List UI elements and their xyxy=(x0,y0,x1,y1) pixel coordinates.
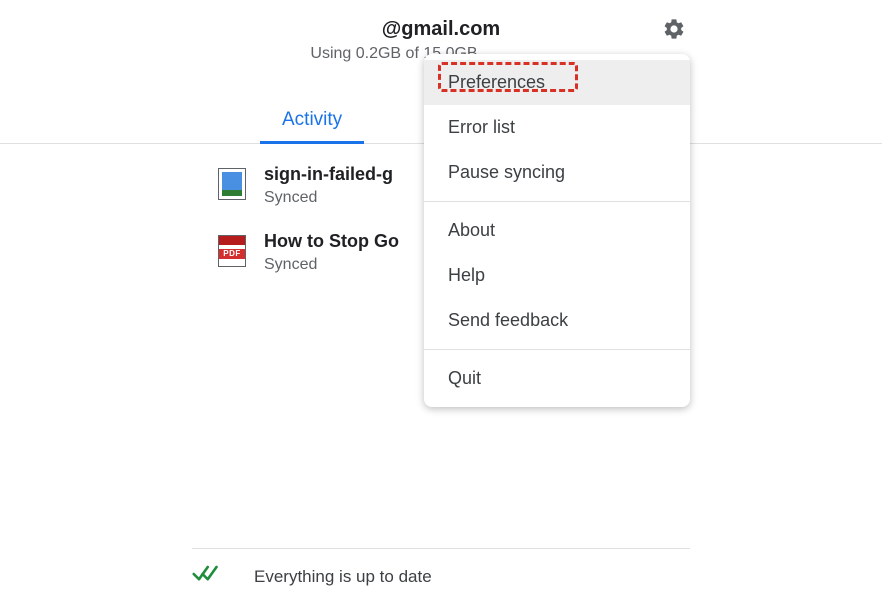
account-email: @gmail.com xyxy=(0,18,882,41)
menu-item-help[interactable]: Help xyxy=(424,253,690,298)
file-status: Synced xyxy=(264,256,399,274)
settings-menu: Preferences Error list Pause syncing Abo… xyxy=(424,54,690,407)
file-name: How to Stop Go xyxy=(264,231,399,252)
menu-item-about[interactable]: About xyxy=(424,208,690,253)
list-item-text: sign-in-failed-g Synced xyxy=(264,164,393,207)
file-status: Synced xyxy=(264,189,393,207)
tab-activity[interactable]: Activity xyxy=(260,101,364,144)
drive-sync-panel: @gmail.com Using 0.2GB of 15.0GB Activit… xyxy=(0,0,882,594)
gear-icon xyxy=(662,29,686,44)
menu-item-preferences[interactable]: Preferences xyxy=(424,60,690,105)
menu-item-quit[interactable]: Quit xyxy=(424,356,690,401)
menu-separator xyxy=(424,349,690,350)
menu-separator xyxy=(424,201,690,202)
footer: Everything is up to date xyxy=(192,548,690,590)
menu-item-error-list[interactable]: Error list xyxy=(424,105,690,150)
settings-button[interactable] xyxy=(656,16,684,44)
list-item-text: How to Stop Go Synced xyxy=(264,231,399,274)
image-file-icon xyxy=(218,168,246,200)
pdf-file-icon: PDF xyxy=(218,235,246,267)
double-check-icon xyxy=(192,563,220,590)
sync-status-text: Everything is up to date xyxy=(254,567,432,587)
menu-item-send-feedback[interactable]: Send feedback xyxy=(424,298,690,343)
menu-item-pause-syncing[interactable]: Pause syncing xyxy=(424,150,690,195)
file-name: sign-in-failed-g xyxy=(264,164,393,185)
